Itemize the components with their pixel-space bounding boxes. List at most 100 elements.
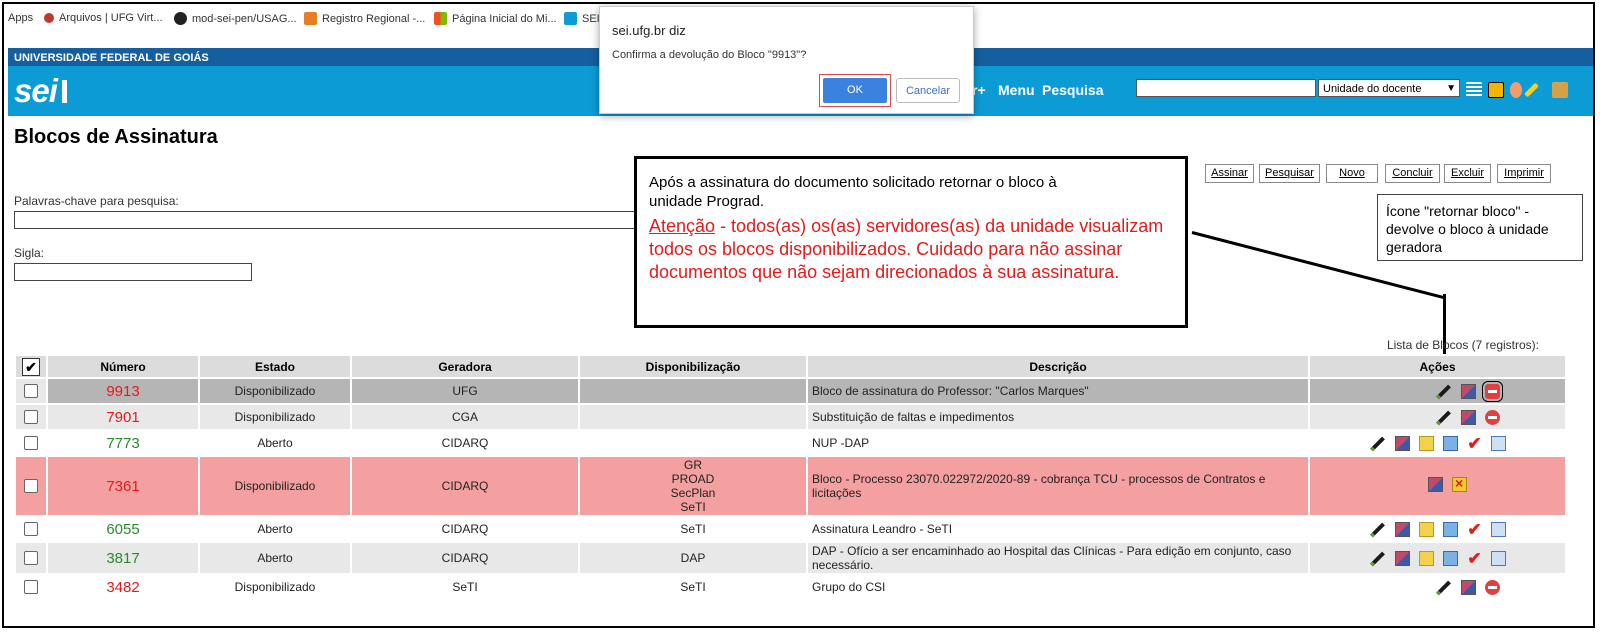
conclude-check-icon[interactable]: ✔ bbox=[1467, 550, 1481, 567]
conclude-check-icon[interactable]: ✔ bbox=[1467, 521, 1481, 538]
table-row: 7773 Aberto CIDARQ NUP -DAP ✔ bbox=[16, 431, 1565, 455]
table-caption: Lista de Blocos (7 registros): bbox=[1386, 338, 1539, 352]
pesquisar-button[interactable]: Pesquisar bbox=[1259, 164, 1320, 183]
nav-partial[interactable]: r+ bbox=[972, 82, 986, 98]
sign-pen-icon[interactable] bbox=[1436, 410, 1451, 426]
block-unit: CIDARQ bbox=[441, 436, 489, 450]
sign-pen-icon[interactable] bbox=[1370, 522, 1386, 538]
block-description: Bloco de assinatura do Professor: "Carlo… bbox=[808, 379, 1308, 403]
block-description: Substituição de faltas e impedimentos bbox=[808, 405, 1308, 429]
sign-pen-icon[interactable] bbox=[1370, 551, 1386, 567]
ok-button[interactable]: OK bbox=[823, 78, 887, 103]
trash-icon[interactable] bbox=[1490, 436, 1506, 452]
row-checkbox[interactable] bbox=[24, 479, 38, 494]
header-disponibilizacao[interactable]: Disponibilização bbox=[580, 356, 806, 377]
bookmark-registro[interactable]: Registro Regional -... bbox=[304, 12, 425, 25]
sigla-label: Sigla: bbox=[14, 246, 45, 260]
bookmark-pagina-inicial[interactable]: Página Inicial do Mi... bbox=[434, 12, 557, 25]
tools-icon[interactable] bbox=[1524, 82, 1539, 98]
sei-logo[interactable]: sei bbox=[14, 72, 58, 110]
block-state: Aberto bbox=[257, 522, 293, 536]
row-checkbox[interactable] bbox=[24, 384, 38, 399]
icon-callout: Ícone "retornar bloco" - devolve o bloco… bbox=[1377, 194, 1583, 261]
return-block-icon[interactable] bbox=[1482, 381, 1503, 403]
callout-warning: Atenção - todos(as) os(as) servidores(as… bbox=[649, 215, 1173, 284]
block-documents-icon[interactable] bbox=[1395, 522, 1411, 538]
bookmark-ufg[interactable]: Arquivos | UFG Virt... bbox=[44, 12, 163, 24]
block-unit: UFG bbox=[352, 379, 578, 403]
sign-pen-icon[interactable] bbox=[1436, 580, 1451, 596]
row-checkbox[interactable] bbox=[24, 580, 38, 595]
block-documents-icon[interactable] bbox=[1395, 436, 1411, 452]
search-link[interactable]: Pesquisa bbox=[1042, 82, 1103, 98]
block-documents-icon[interactable] bbox=[1395, 551, 1411, 567]
select-all-header[interactable]: ✔ bbox=[16, 356, 46, 377]
block-number-link[interactable]: 9913 bbox=[48, 379, 198, 403]
folder-icon[interactable] bbox=[1419, 522, 1435, 538]
select-all-checkbox[interactable]: ✔ bbox=[22, 357, 40, 376]
block-availability bbox=[580, 405, 806, 429]
user-icon[interactable] bbox=[1510, 82, 1522, 98]
block-number-link[interactable]: 7773 bbox=[48, 431, 198, 455]
block-number-link[interactable]: 3482 bbox=[48, 575, 198, 599]
block-number-link[interactable]: 3817 bbox=[48, 543, 198, 573]
bookmark-github[interactable]: mod-sei-pen/USAG... bbox=[174, 12, 297, 25]
block-number-link[interactable]: 6055 bbox=[48, 517, 198, 541]
header-descricao[interactable]: Descrição bbox=[808, 356, 1308, 377]
row-checkbox[interactable] bbox=[24, 436, 38, 451]
cancel-availability-icon[interactable] bbox=[1452, 475, 1467, 492]
unit-select[interactable]: Unidade do docente ▼ bbox=[1318, 79, 1460, 97]
block-number-link[interactable]: 7361 bbox=[48, 457, 198, 515]
block-documents-icon[interactable] bbox=[1428, 477, 1443, 492]
return-block-icon[interactable] bbox=[1485, 580, 1500, 596]
novo-button[interactable]: Novo bbox=[1326, 164, 1378, 183]
folder-icon[interactable] bbox=[1419, 436, 1435, 452]
table-row: 3817 Aberto CIDARQ DAP DAP - Ofício a se… bbox=[16, 543, 1565, 573]
block-documents-icon[interactable] bbox=[1461, 410, 1476, 426]
header-numero[interactable]: Número bbox=[48, 356, 198, 377]
keywords-input[interactable] bbox=[14, 211, 646, 229]
sign-pen-icon[interactable] bbox=[1436, 384, 1451, 400]
edit-icon[interactable] bbox=[1443, 436, 1459, 452]
bookmark-sei[interactable]: SEI bbox=[564, 12, 600, 25]
bookmark-apps[interactable]: Apps bbox=[8, 12, 33, 24]
callout-warning-text: - todos(as) os(as) servidores(as) da uni… bbox=[649, 216, 1164, 282]
sign-pen-icon[interactable] bbox=[1370, 436, 1386, 452]
menu-link[interactable]: Menu bbox=[998, 82, 1035, 98]
notes-icon[interactable] bbox=[1488, 82, 1504, 98]
return-block-icon[interactable] bbox=[1485, 410, 1500, 426]
table-row: 9913 Disponibilizado UFG Bloco de assina… bbox=[16, 379, 1565, 403]
header-search-input[interactable] bbox=[1136, 79, 1316, 97]
header-estado[interactable]: Estado bbox=[200, 356, 350, 377]
confirm-dialog: sei.ufg.br diz Confirma a devolução do B… bbox=[599, 6, 974, 114]
edit-icon[interactable] bbox=[1443, 522, 1459, 538]
block-documents-icon[interactable] bbox=[1461, 580, 1476, 596]
exit-icon[interactable] bbox=[1552, 82, 1568, 98]
conclude-check-icon[interactable]: ✔ bbox=[1467, 435, 1481, 452]
block-documents-icon[interactable] bbox=[1461, 384, 1476, 400]
trash-icon[interactable] bbox=[1490, 551, 1506, 567]
cancel-button[interactable]: Cancelar bbox=[896, 78, 960, 103]
dialog-title: sei.ufg.br diz bbox=[612, 23, 686, 38]
block-number-link[interactable]: 7901 bbox=[48, 405, 198, 429]
microsoft-icon bbox=[434, 12, 447, 25]
block-description: DAP - Ofício a ser encaminhado ao Hospit… bbox=[808, 543, 1308, 573]
ok-button-highlight: OK bbox=[819, 74, 891, 107]
block-state: Aberto bbox=[200, 543, 350, 573]
excluir-button[interactable]: Excluir bbox=[1444, 164, 1491, 183]
sigla-input[interactable] bbox=[14, 263, 252, 281]
block-unit: SeTI bbox=[452, 580, 478, 594]
row-checkbox[interactable] bbox=[24, 522, 38, 537]
chevron-down-icon: ▼ bbox=[1446, 83, 1456, 94]
row-checkbox[interactable] bbox=[24, 410, 38, 425]
trash-icon[interactable] bbox=[1490, 522, 1506, 538]
row-checkbox[interactable] bbox=[24, 551, 38, 566]
edit-icon[interactable] bbox=[1443, 551, 1459, 567]
folder-icon[interactable] bbox=[1419, 551, 1435, 567]
header-geradora[interactable]: Geradora bbox=[352, 356, 578, 377]
concluir-button[interactable]: Concluir bbox=[1385, 164, 1440, 183]
imprimir-button[interactable]: Imprimir bbox=[1497, 164, 1551, 183]
list-icon[interactable] bbox=[1466, 82, 1482, 98]
assinar-button[interactable]: Assinar bbox=[1205, 164, 1254, 183]
logo-accent bbox=[62, 80, 67, 103]
